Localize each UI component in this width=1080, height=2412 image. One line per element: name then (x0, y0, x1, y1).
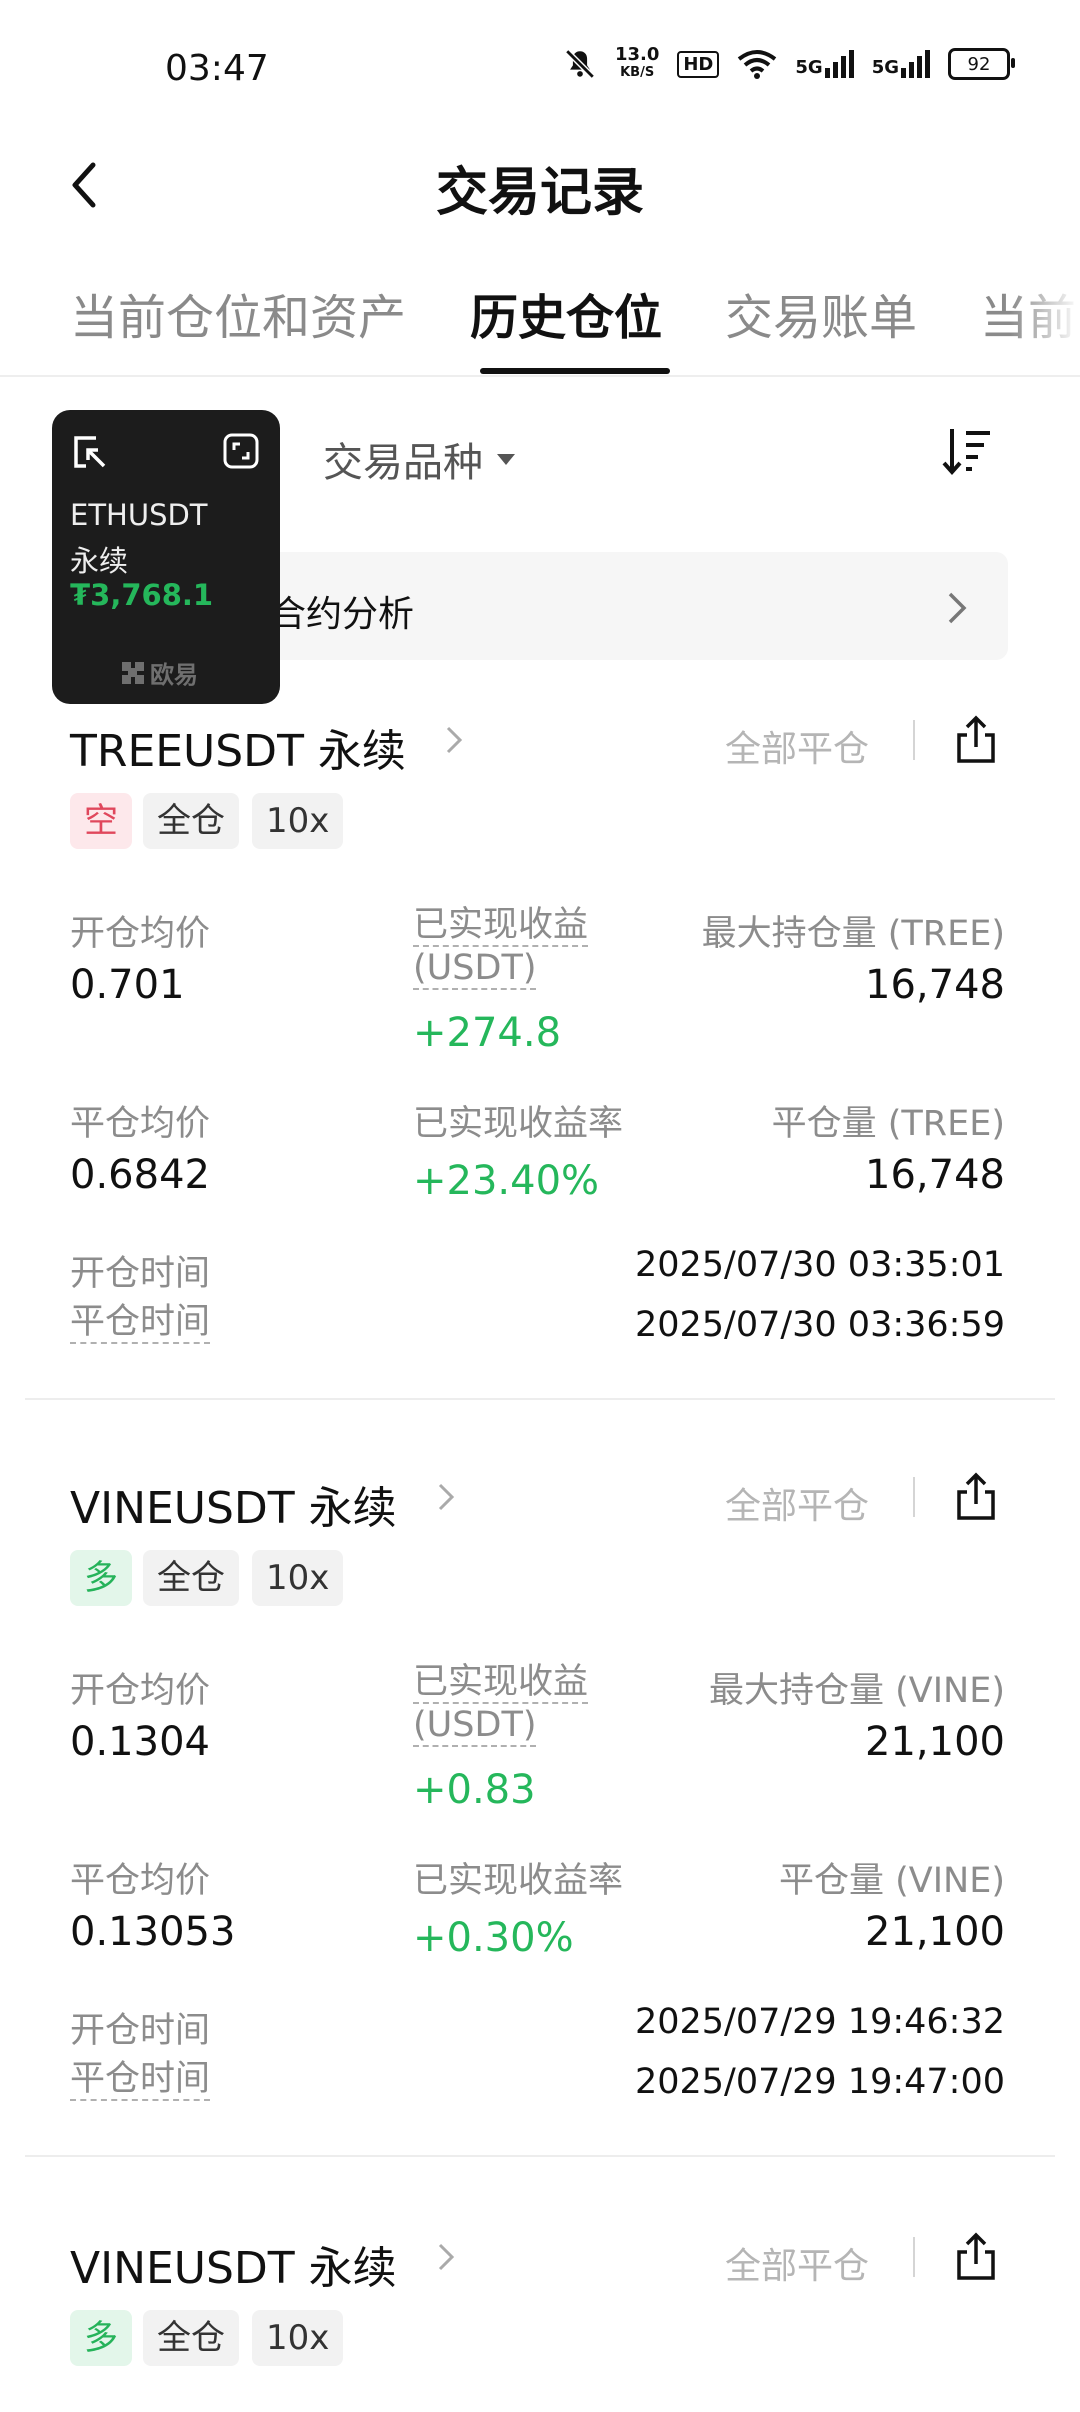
position-title[interactable]: TREEUSDT 永续 (70, 715, 406, 779)
share-icon[interactable] (953, 2232, 999, 2282)
chevron-right-icon[interactable] (435, 1479, 457, 1515)
share-icon[interactable] (953, 715, 999, 765)
signal-sim1-icon: 5G (795, 50, 854, 78)
max-hold-value: 21,100 (865, 1719, 1005, 1765)
realized-rate-value: +0.30% (413, 1915, 574, 1961)
open-time-value: 2025/07/30 03:35:01 (634, 1245, 1005, 1285)
max-hold-value: 16,748 (865, 962, 1005, 1008)
widget-contract-type: 永续 (70, 544, 129, 578)
caret-down-icon (497, 453, 515, 465)
close-all-button[interactable]: 全部平仓 (725, 720, 869, 772)
card-divider (25, 2155, 1055, 2157)
network-speed: 13.0 KB/S (615, 46, 659, 82)
margin-mode-tag: 全仓 (143, 2310, 239, 2366)
wifi-icon (738, 50, 777, 79)
position-title[interactable]: VINEUSDT 永续 (70, 1472, 397, 1536)
realized-pnl-label[interactable]: 已实现收益 (413, 1662, 589, 1704)
signal-sim2-icon: 5G (872, 50, 930, 78)
sort-icon[interactable] (940, 425, 996, 477)
card-divider (25, 1398, 1055, 1400)
close-time-value: 2025/07/29 19:47:00 (634, 2062, 1005, 2102)
close-avg-label: 平仓均价 (70, 1861, 211, 1901)
max-hold-label: 最大持仓量 (TREE) (701, 914, 1005, 954)
chevron-right-icon[interactable] (443, 722, 465, 758)
sim1-label: 5G (795, 57, 823, 78)
open-time-label: 开仓时间 (70, 2011, 211, 2051)
close-time-label[interactable]: 平仓时间 (70, 2059, 211, 2101)
status-time: 03:47 (165, 48, 269, 89)
close-avg-label: 平仓均价 (70, 1104, 211, 1144)
side-tag: 空 (70, 793, 132, 849)
tab-position-history[interactable]: 历史仓位 (470, 278, 662, 348)
tab-current-positions[interactable]: 当前仓位和资产 (70, 278, 406, 348)
realized-pnl-value: +0.83 (413, 1767, 536, 1813)
sim2-label: 5G (871, 57, 899, 78)
margin-mode-tag: 全仓 (143, 793, 239, 849)
margin-mode-tag: 全仓 (143, 1550, 239, 1606)
divider (913, 2237, 915, 2277)
open-avg-label: 开仓均价 (70, 1671, 211, 1711)
page-title: 交易记录 (435, 163, 644, 223)
leverage-tag: 10x (252, 793, 344, 849)
okx-logo-icon (122, 661, 144, 684)
realized-rate-label: 已实现收益率 (413, 1861, 624, 1901)
expand-icon[interactable] (222, 432, 260, 470)
realized-rate-value: +23.40% (413, 1158, 600, 1204)
chevron-right-icon (948, 592, 967, 624)
share-icon[interactable] (953, 1472, 999, 1522)
close-all-button[interactable]: 全部平仓 (725, 2237, 869, 2289)
realized-rate-label: 已实现收益率 (413, 1104, 624, 1144)
close-qty-value: 21,100 (865, 1909, 1005, 1955)
network-speed-unit: KB/S (620, 65, 655, 80)
tab-fade (1010, 270, 1080, 370)
open-avg-label: 开仓均价 (70, 914, 211, 954)
battery-level: 92 (967, 53, 991, 75)
side-tag: 多 (70, 1550, 132, 1606)
close-avg-value: 0.6842 (70, 1152, 210, 1198)
close-qty-label: 平仓量 (VINE) (779, 1861, 1005, 1901)
side-tag: 多 (70, 2310, 132, 2366)
widget-symbol: ETHUSDT (70, 498, 208, 532)
realized-pnl-value: +274.8 (413, 1010, 562, 1056)
open-time-value: 2025/07/29 19:46:32 (634, 2002, 1005, 2042)
symbol-filter-label: 交易品种 (323, 440, 483, 486)
status-icons: 13.0 KB/S HD 5G 5G 92 (563, 46, 1015, 82)
network-speed-value: 13.0 (614, 44, 660, 65)
divider (913, 1477, 915, 1517)
collapse-icon[interactable] (70, 432, 110, 472)
leverage-tag: 10x (252, 2310, 344, 2366)
tab-trade-bills[interactable]: 交易账单 (725, 278, 917, 348)
contract-analysis-label: 合约分析 (270, 594, 415, 635)
realized-pnl-label[interactable]: 已实现收益 (413, 905, 589, 947)
chevron-right-icon[interactable] (435, 2239, 457, 2275)
symbol-filter-dropdown[interactable]: 交易品种 (323, 430, 515, 488)
active-tab-indicator (480, 368, 670, 374)
tab-bar: 当前仓位和资产 历史仓位 交易账单 当前 (0, 270, 1080, 377)
widget-brand-name: 欧易 (150, 661, 198, 689)
close-time-label[interactable]: 平仓时间 (70, 1302, 211, 1344)
open-time-label: 开仓时间 (70, 1254, 211, 1294)
widget-brand: 欧易 (122, 655, 198, 690)
open-avg-value: 0.701 (70, 962, 185, 1008)
leverage-tag: 10x (252, 1550, 344, 1606)
widget-price: ₮3,768.1 (70, 578, 214, 612)
realized-pnl-unit[interactable]: (USDT) (413, 948, 537, 990)
open-avg-value: 0.1304 (70, 1719, 210, 1765)
divider (913, 720, 915, 760)
mute-bell-icon (565, 49, 595, 79)
realized-pnl-unit[interactable]: (USDT) (413, 1705, 537, 1747)
hd-badge: HD (677, 50, 720, 78)
position-title[interactable]: VINEUSDT 永续 (70, 2232, 397, 2296)
max-hold-label: 最大持仓量 (VINE) (709, 1671, 1005, 1711)
close-time-value: 2025/07/30 03:36:59 (634, 1305, 1005, 1345)
close-qty-label: 平仓量 (TREE) (771, 1104, 1005, 1144)
close-qty-value: 16,748 (865, 1152, 1005, 1198)
battery-icon: 92 (948, 48, 1015, 80)
close-all-button[interactable]: 全部平仓 (725, 1477, 869, 1529)
close-avg-value: 0.13053 (70, 1909, 236, 1955)
floating-price-widget[interactable]: ETHUSDT 永续 ₮3,768.1 欧易 (52, 410, 280, 704)
